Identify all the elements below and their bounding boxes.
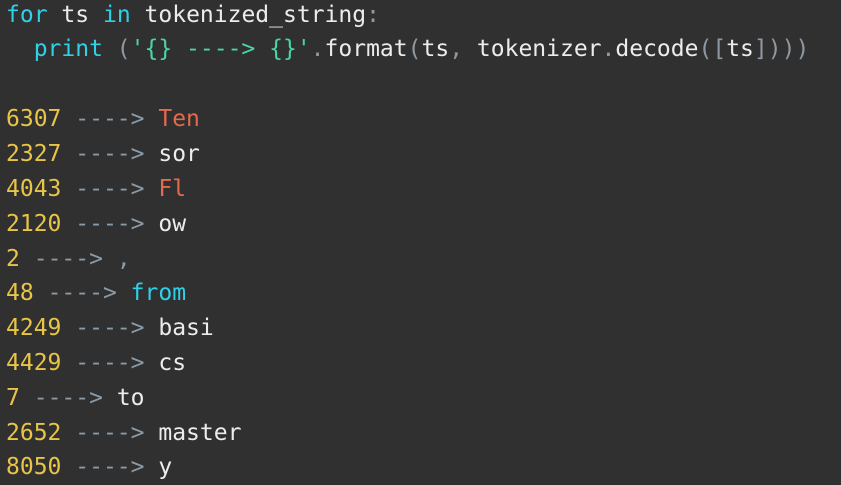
output-line: 2 ----> , [6, 244, 131, 274]
token-text: Fl [158, 176, 187, 202]
arrow: ----> [47, 280, 117, 306]
token-text: to [116, 385, 145, 411]
open-paren: ( [698, 36, 713, 62]
token-text: y [158, 454, 173, 480]
arrow: ----> [75, 141, 145, 167]
output-line: 2327 ----> sor [6, 139, 200, 169]
format-method: format [324, 36, 408, 62]
output-line: 2652 ----> master [6, 418, 241, 448]
keyword-in: in [102, 2, 131, 28]
arrow: ----> [75, 176, 145, 202]
token-text: basi [158, 315, 214, 341]
dot: . [601, 36, 616, 62]
closing-brackets: ]))) [753, 36, 824, 62]
token-text: ow [158, 211, 187, 237]
open-bracket: [ [712, 36, 727, 62]
output-line: 2120 ----> ow [6, 209, 186, 239]
code-cell: for ts in tokenized_string: print ('{} -… [0, 0, 841, 485]
arrow: ----> [33, 385, 103, 411]
output-line: 4429 ----> cs [6, 348, 186, 378]
token-id: 6307 [6, 106, 62, 132]
token-id: 2 [6, 246, 20, 272]
arrow: ----> [75, 454, 145, 480]
output-line: 4043 ----> Fl [6, 174, 186, 204]
token-text: from [130, 280, 187, 306]
output-line: 8050 ----> y [6, 452, 172, 482]
loop-variable: ts [61, 2, 90, 28]
output-line: 4249 ----> basi [6, 313, 214, 343]
format-string: '{} ----> {}' [130, 36, 311, 62]
token-text: , [116, 246, 131, 272]
token-id: 7 [6, 385, 20, 411]
token-id: 8050 [6, 454, 62, 480]
token-id: 4429 [6, 350, 62, 376]
colon: : [366, 2, 380, 28]
token-id: 4043 [6, 176, 62, 202]
comma: , [449, 36, 464, 62]
tokenizer-object: tokenizer [476, 36, 602, 62]
open-paren: ( [407, 36, 422, 62]
arg-ts: ts [726, 36, 754, 62]
token-text: sor [158, 141, 200, 167]
decode-method: decode [615, 36, 699, 62]
token-id: 2120 [6, 211, 62, 237]
arrow: ----> [75, 350, 145, 376]
keyword-for: for [6, 2, 48, 28]
output-line: 48 ----> from [6, 278, 186, 308]
arrow: ----> [75, 315, 145, 341]
print-function: print [33, 36, 103, 62]
arrow: ----> [75, 420, 145, 446]
arg-ts: ts [421, 36, 450, 62]
token-id: 4249 [6, 315, 62, 341]
token-text: master [158, 420, 242, 446]
arrow: ----> [75, 106, 145, 132]
token-id: 2327 [6, 141, 62, 167]
token-id: 2652 [6, 420, 62, 446]
dot: . [310, 36, 325, 62]
output-line: 6307 ----> Ten [6, 104, 200, 134]
iterable-name: tokenized_string [144, 2, 367, 28]
token-text: cs [158, 350, 187, 376]
open-paren: ( [102, 36, 131, 62]
token-id: 48 [6, 280, 34, 306]
arrow: ----> [75, 211, 145, 237]
arrow: ----> [33, 246, 103, 272]
code-line-for-loop: for ts in tokenized_string: [6, 0, 380, 30]
code-line-print: print ('{} ----> {}'.format(ts, tokenize… [6, 34, 823, 64]
output-line: 7 ----> to [6, 383, 145, 413]
token-text: Ten [158, 106, 200, 132]
